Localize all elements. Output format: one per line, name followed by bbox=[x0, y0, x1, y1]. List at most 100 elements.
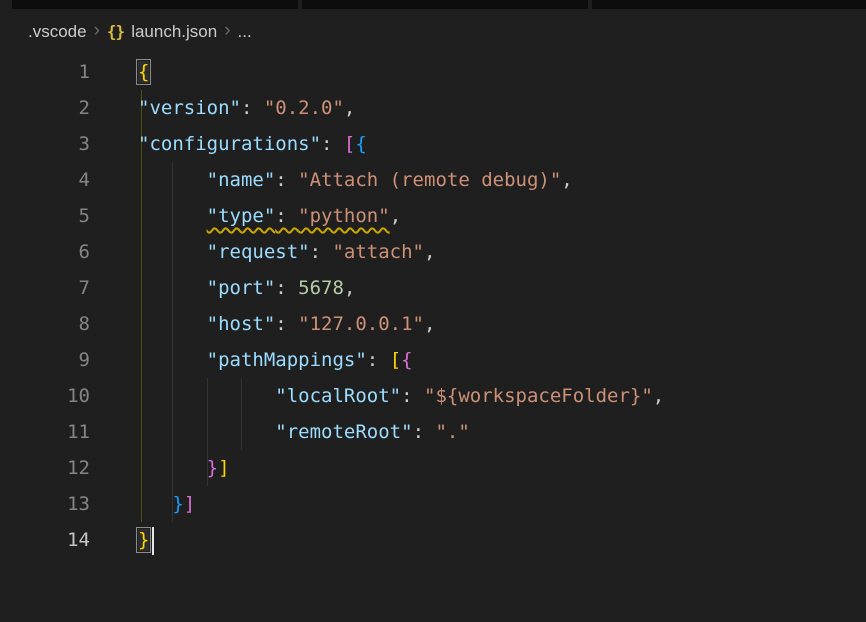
code-token: "localRoot" bbox=[275, 385, 401, 407]
code-token: , bbox=[561, 169, 572, 191]
code-line[interactable]: 5 "type": "python", bbox=[0, 198, 866, 234]
code-token: , bbox=[424, 241, 435, 263]
code-token: : bbox=[241, 97, 264, 119]
code-editor[interactable]: 1{2"version": "0.2.0",3"configurations":… bbox=[0, 54, 866, 558]
code-text[interactable]: "remoteRoot": "." bbox=[90, 414, 470, 450]
code-line[interactable]: 10 "localRoot": "${workspaceFolder}", bbox=[0, 378, 866, 414]
line-number: 10 bbox=[0, 378, 90, 414]
code-token: : bbox=[275, 277, 298, 299]
code-line[interactable]: 3"configurations": [{ bbox=[0, 126, 866, 162]
breadcrumb-symbol[interactable]: ... bbox=[238, 22, 252, 42]
code-token: : bbox=[321, 133, 344, 155]
code-token: 5678 bbox=[298, 277, 344, 299]
chevron-right-icon: › bbox=[224, 21, 230, 40]
line-number: 1 bbox=[0, 54, 90, 90]
code-token: "port" bbox=[207, 277, 276, 299]
text-cursor bbox=[152, 527, 154, 555]
code-token: , bbox=[390, 205, 401, 227]
code-text[interactable]: } bbox=[90, 522, 154, 558]
code-text[interactable]: "pathMappings": [{ bbox=[90, 342, 413, 378]
code-token: : bbox=[275, 205, 298, 227]
code-line[interactable]: 14} bbox=[0, 522, 866, 558]
code-text[interactable]: "configurations": [{ bbox=[90, 126, 367, 162]
code-token: , bbox=[344, 277, 355, 299]
tab-separator bbox=[298, 0, 302, 9]
code-token: , bbox=[424, 313, 435, 335]
code-line[interactable]: 6 "request": "attach", bbox=[0, 234, 866, 270]
code-line[interactable]: 4 "name": "Attach (remote debug)", bbox=[0, 162, 866, 198]
indent-guide bbox=[172, 162, 173, 522]
line-number: 14 bbox=[0, 522, 90, 558]
code-token: "type" bbox=[207, 205, 276, 227]
line-number: 5 bbox=[0, 198, 90, 234]
code-text[interactable]: "port": 5678, bbox=[90, 270, 355, 306]
code-lines: 1{2"version": "0.2.0",3"configurations":… bbox=[0, 54, 866, 558]
code-token: "Attach (remote debug)" bbox=[298, 169, 561, 191]
code-token: "${workspaceFolder}" bbox=[424, 385, 653, 407]
code-token: : bbox=[310, 241, 333, 263]
code-token: , bbox=[344, 97, 355, 119]
code-token: , bbox=[653, 385, 664, 407]
code-token: "name" bbox=[207, 169, 276, 191]
breadcrumb-file[interactable]: launch.json bbox=[131, 22, 217, 42]
line-number: 3 bbox=[0, 126, 90, 162]
chevron-right-icon: › bbox=[94, 21, 100, 40]
code-token: } bbox=[207, 457, 218, 479]
code-line[interactable]: 12 }] bbox=[0, 450, 866, 486]
code-token: "python" bbox=[298, 205, 390, 227]
matched-bracket: } bbox=[138, 529, 149, 551]
code-token bbox=[138, 493, 172, 515]
tab-separator bbox=[588, 0, 592, 9]
code-token: [ bbox=[344, 133, 355, 155]
line-number: 7 bbox=[0, 270, 90, 306]
indent-guide bbox=[241, 378, 242, 450]
code-token: "request" bbox=[207, 241, 310, 263]
code-token: "configurations" bbox=[138, 133, 321, 155]
code-text[interactable]: "localRoot": "${workspaceFolder}", bbox=[90, 378, 664, 414]
breadcrumb: .vscode › {} launch.json › ... bbox=[0, 9, 866, 54]
code-token: "127.0.0.1" bbox=[298, 313, 424, 335]
code-token: "pathMappings" bbox=[207, 349, 367, 371]
code-token: [ bbox=[390, 349, 401, 371]
code-text[interactable]: }] bbox=[90, 486, 195, 522]
code-token: } bbox=[172, 493, 183, 515]
line-number: 13 bbox=[0, 486, 90, 522]
code-text[interactable]: { bbox=[90, 54, 149, 90]
code-token: { bbox=[401, 349, 412, 371]
code-text[interactable]: "name": "Attach (remote debug)", bbox=[90, 162, 573, 198]
code-token: "host" bbox=[207, 313, 276, 335]
code-line[interactable]: 9 "pathMappings": [{ bbox=[0, 342, 866, 378]
line-number: 11 bbox=[0, 414, 90, 450]
code-line[interactable]: 8 "host": "127.0.0.1", bbox=[0, 306, 866, 342]
code-token: "remoteRoot" bbox=[275, 421, 412, 443]
code-token: { bbox=[355, 133, 366, 155]
line-number: 2 bbox=[0, 90, 90, 126]
code-token: "." bbox=[435, 421, 469, 443]
code-line[interactable]: 11 "remoteRoot": "." bbox=[0, 414, 866, 450]
line-number: 4 bbox=[0, 162, 90, 198]
code-token: ] bbox=[184, 493, 195, 515]
code-text[interactable]: }] bbox=[90, 450, 230, 486]
code-token: "0.2.0" bbox=[264, 97, 344, 119]
line-number: 9 bbox=[0, 342, 90, 378]
code-line[interactable]: 13 }] bbox=[0, 486, 866, 522]
bracket-pair-guide bbox=[141, 90, 142, 522]
code-token: : bbox=[275, 169, 298, 191]
code-token: "attach" bbox=[332, 241, 424, 263]
code-token: : bbox=[367, 349, 390, 371]
code-text[interactable]: "type": "python", bbox=[90, 198, 401, 234]
code-token: : bbox=[275, 313, 298, 335]
tab-bar bbox=[12, 0, 866, 9]
code-token: "version" bbox=[138, 97, 241, 119]
line-number: 8 bbox=[0, 306, 90, 342]
code-token: ] bbox=[218, 457, 229, 479]
code-line[interactable]: 2"version": "0.2.0", bbox=[0, 90, 866, 126]
code-line[interactable]: 7 "port": 5678, bbox=[0, 270, 866, 306]
matched-bracket: { bbox=[138, 61, 149, 83]
code-text[interactable]: "version": "0.2.0", bbox=[90, 90, 355, 126]
json-file-icon: {} bbox=[107, 22, 124, 41]
code-token: : bbox=[413, 421, 436, 443]
breadcrumb-folder[interactable]: .vscode bbox=[28, 22, 87, 42]
code-line[interactable]: 1{ bbox=[0, 54, 866, 90]
code-token: : bbox=[401, 385, 424, 407]
